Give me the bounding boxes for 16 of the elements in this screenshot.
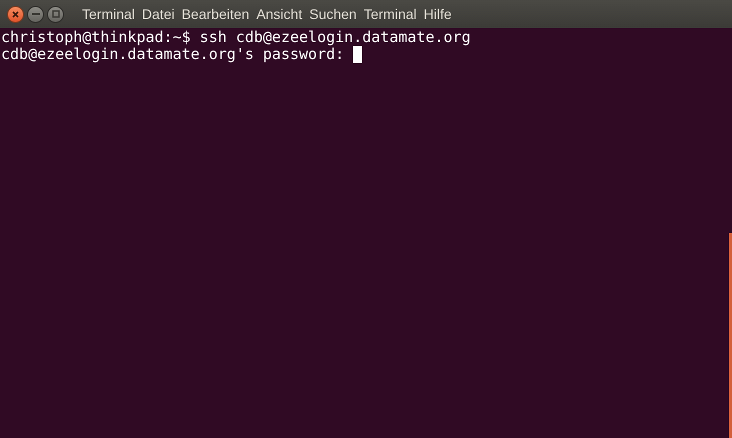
- minimize-button[interactable]: [27, 6, 44, 22]
- menu-item[interactable]: Bearbeiten: [180, 4, 250, 24]
- terminal-line: cdb@ezeelogin.datamate.org's password:: [1, 46, 344, 63]
- close-icon: [12, 10, 19, 18]
- close-button[interactable]: [7, 6, 24, 22]
- scrollbar-thumb[interactable]: [729, 233, 732, 438]
- menu-item[interactable]: Terminal: [362, 4, 418, 24]
- menu-item[interactable]: Ansicht: [255, 4, 304, 24]
- menu-item[interactable]: Hilfe: [422, 4, 453, 24]
- maximize-icon: [52, 10, 60, 18]
- menu-item[interactable]: Terminal: [81, 4, 136, 24]
- menu-item[interactable]: Suchen: [308, 4, 358, 24]
- minimize-icon: [32, 13, 40, 15]
- menu-item[interactable]: Datei: [140, 4, 176, 24]
- terminal-line: christoph@thinkpad:~$ ssh cdb@ezeelogin.datamate.org: [1, 29, 471, 46]
- maximize-button[interactable]: [47, 6, 64, 22]
